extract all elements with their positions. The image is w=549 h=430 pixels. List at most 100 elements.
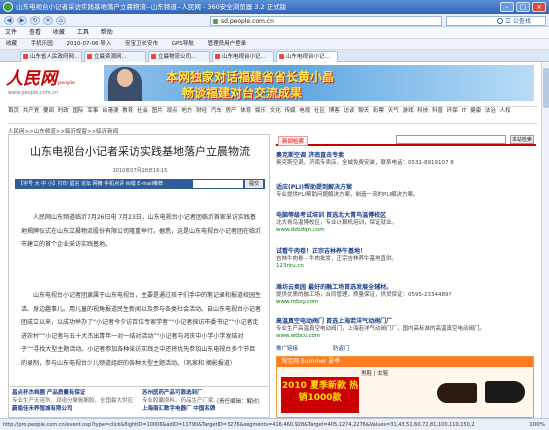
ad-title: 电脑等级考试培训 首选北大青鸟温博校区 xyxy=(276,212,387,219)
window-title: 山东电视台小记者采访实践基地落户立晨物流--山东频道--人民网 - 360安全浏… xyxy=(16,3,287,11)
ad-url: www.dzbdqn.com xyxy=(276,227,325,233)
search-box[interactable]: 立 公查找 xyxy=(446,16,546,26)
tab-favicon-icon xyxy=(215,54,220,59)
news-search-button[interactable]: 本站检索 xyxy=(510,135,534,144)
banner-headline: 本网独家对话福建省省长黄小晶 xyxy=(166,70,335,84)
tab-label: 山东电视台小记... xyxy=(222,54,266,60)
logo-sub: people xyxy=(58,80,75,86)
text-ad[interactable]: 电脑等级考试培训 首选北大青鸟温博校区 北大青鸟温博校区，专业计算机培训，保证就业… xyxy=(276,212,536,234)
article-toolbar: 【字号 大 中 小】打印 留言 论坛 网摘 手机点评 纠错 E-mail推荐 提… xyxy=(15,179,265,189)
favorite-link[interactable]: 安宝卫长安市 xyxy=(125,41,158,47)
favorite-link[interactable]: 管理员用户登录 xyxy=(208,41,247,47)
home-icon[interactable]: ⌂ xyxy=(56,16,66,25)
ad-desc: 吉林牛肉卷 - 牛肉批发，正宗吉林养牛基地直供。 xyxy=(276,256,397,262)
bottom-ads: 昌点杯杰档圈 产品质量有保证 专业生产无溶剂、双组分聚氨酯胶，全国最大供应商...… xyxy=(8,386,270,418)
browser-tab[interactable]: 立晨资源网... xyxy=(84,51,146,62)
stop-icon[interactable]: ✕ xyxy=(43,16,53,25)
news-search: 新闻检索 本站检索 xyxy=(276,134,536,146)
submit-button[interactable]: 提交 xyxy=(245,180,263,188)
ad-desc: 奥克斯空调，济南专卖店，全城免费安装，联系电话：0531-8919107 8 xyxy=(276,160,454,166)
banner-subheadline: 畅谈福建对台交流成果 xyxy=(182,86,303,100)
taobao-header: 淘宝网 Summer 夏季 xyxy=(277,357,533,367)
taobao-ad[interactable]: 淘宝网 Summer 夏季 男鞋 | 女鞋 2010 夏季新款 热销1000款 xyxy=(276,356,534,418)
taobao-promo: 2010 夏季新款 热销1000款 xyxy=(281,377,359,413)
text-ad[interactable]: 试看牛肉卷！正宗吉林养牛基地！ 吉林牛肉卷 - 牛肉批发，正宗吉林养牛基地直供。 1… xyxy=(276,248,536,270)
ad-title: 昌点杯杰档圈 产品质量有保证 xyxy=(12,390,86,396)
tab-label: 山东省人民政府网... xyxy=(30,54,80,60)
menu-item-help[interactable]: 帮助 xyxy=(101,29,113,36)
browser-tab[interactable]: 山东省人民政府网... xyxy=(20,51,82,62)
taobao-tabs[interactable]: 男鞋 | 女鞋 xyxy=(361,369,388,377)
tab-label: 立晨资源网... xyxy=(94,54,127,60)
ad-title: 高温真空电动阀门 首选上海若洋气动阀门厂 xyxy=(276,318,393,325)
ad-title: 适应(PLI)帮助提到解决方案 xyxy=(276,184,352,191)
email-input[interactable] xyxy=(193,180,243,188)
article-panel: 山东电视台小记者采访实践基地落户立晨物流 2010年07月26日16:15 【字… xyxy=(8,134,270,418)
ad-desc: 专业提供PLI帮助问题解决方案，制造一流的PLI解决方案。 xyxy=(276,192,419,198)
menu-item-favorites[interactable]: 收藏 xyxy=(53,29,65,36)
favorite-link[interactable]: GPS导航 xyxy=(172,41,194,47)
menu-item-file[interactable]: 文件 xyxy=(5,29,17,36)
status-text: http://pro.people.com.cn/event.nsp?type=… xyxy=(3,422,475,428)
browser-tab-active[interactable]: 山东电视台小记... xyxy=(276,51,338,62)
forward-arrow-icon[interactable]: ▶ xyxy=(17,16,27,25)
menu-item-view[interactable]: 查看 xyxy=(29,29,41,36)
shoe-image xyxy=(485,381,525,403)
tab-label: 山东电视台小记... xyxy=(286,54,330,60)
logo-text: 人民网 xyxy=(6,69,57,89)
search-icon[interactable] xyxy=(497,18,503,24)
article-paragraph: 人民网山东频道临沂7月26日电 7月23日，山东电视台小记者团临沂首家采访实践基… xyxy=(21,214,262,248)
ad-title: 奥克斯空调 济南直击专卖 xyxy=(276,152,345,159)
favorite-link[interactable]: 2010-07-06 导入 xyxy=(67,41,112,47)
text-ad[interactable]: 蔚南佳禾养殖城有限公司 xyxy=(12,405,138,413)
refresh-icon[interactable]: ↻ xyxy=(30,16,40,25)
tab-favicon-icon xyxy=(151,54,156,59)
favorite-link[interactable]: 手机乐园 xyxy=(31,41,53,47)
logo-url: www.people.com.cn xyxy=(8,90,59,96)
site-favicon-icon xyxy=(213,19,218,24)
ad-title: 上海南汇数字电器厂 中国名牌 xyxy=(142,406,216,412)
side-links: 推广链接 防盗门 xyxy=(276,346,536,353)
menu-item-tools[interactable]: 工具 xyxy=(77,29,89,36)
browser-tab[interactable]: 立晨物流公司... xyxy=(148,51,210,62)
zoom-level[interactable]: 100% xyxy=(525,419,545,430)
maximize-button[interactable]: □ xyxy=(516,2,530,12)
ad-url: 123ntu.cn xyxy=(276,263,304,269)
ad-url: www.mbsy.com xyxy=(276,299,319,305)
tab-favicon-icon xyxy=(87,54,92,59)
address-input[interactable]: sd.people.com.cn xyxy=(210,16,442,26)
text-ad[interactable]: 上海南汇数字电器厂 中国名牌 xyxy=(142,405,268,413)
article-date: 2010年07月26日16:15 xyxy=(112,168,168,174)
ad-desc: 专业生产高温真空电动阀门，上海若洋气动阀门厂，国内高标准的高温真空电动阀门。 xyxy=(276,326,486,332)
close-button[interactable]: × xyxy=(532,2,546,12)
tab-favicon-icon xyxy=(23,54,28,59)
text-ad[interactable]: 潍坊云卖园 最好的融工场首选发展全辅材。 提供优质的融工场，合同管理，质量保证，供… xyxy=(276,284,536,306)
text-ad[interactable]: 适应(PLI)帮助提到解决方案 专业提供PLI帮助问题解决方案，制造一流的PLI解… xyxy=(276,184,536,199)
text-ad[interactable]: 奥克斯空调 济南直击专卖 奥克斯空调，济南专卖店，全城免费安装，联系电话：0531… xyxy=(276,152,536,167)
ad-desc: 专业胶囊原料、药品生产厂家... xyxy=(142,398,219,404)
browser-tab[interactable]: 山东电视台小记... xyxy=(212,51,274,62)
address-url: sd.people.com.cn xyxy=(221,18,274,25)
article-tools[interactable]: 【字号 大 中 小】打印 留言 论坛 网摘 手机点评 纠错 E-mail推荐 xyxy=(18,181,163,187)
search-box-label: 立 公查找 xyxy=(505,18,531,25)
top-banner-ad[interactable]: 本网独家对话福建省省长黄小晶 畅谈福建对台交流成果 xyxy=(104,65,534,101)
favorite-link[interactable]: 收藏 xyxy=(6,41,17,47)
text-ad[interactable]: 高温真空电动阀门 首选上海若洋气动阀门厂 专业生产高温真空电动阀门，上海若洋气动阀… xyxy=(276,318,536,340)
channel-nav[interactable]: 首页 共产党 要闻 时政 国际 军事 台港澳 教育 社会 图片 观点 地方 财经… xyxy=(8,106,538,124)
minimize-button[interactable]: – xyxy=(500,2,514,12)
scroll-thumb[interactable] xyxy=(543,68,549,108)
tab-favicon-icon xyxy=(279,54,284,59)
tab-bar: 山东省人民政府网... 立晨资源网... 立晨物流公司... 山东电视台小记..… xyxy=(0,50,549,62)
vertical-scrollbar[interactable] xyxy=(541,62,549,418)
favorites-bar: 收藏 手机乐园 2010-07-06 导入 安宝卫长安市 GPS导航 管理员用户… xyxy=(0,39,549,50)
news-search-input[interactable] xyxy=(396,135,506,144)
ad-title: 蔚南佳禾养殖城有限公司 xyxy=(12,406,73,412)
ad-desc: 提供优质的融工场，合同管理，质量保证，供货保证：0595-2334489? xyxy=(276,292,452,298)
side-link[interactable]: 推广链接 xyxy=(276,346,298,352)
site-logo[interactable]: 人民网people xyxy=(6,66,86,92)
back-arrow-icon[interactable]: ◀ xyxy=(4,16,14,25)
ad-desc: 北大青鸟温博校区，专业计算机培训，保证就业。 xyxy=(276,220,398,226)
side-link[interactable]: 防盗门 xyxy=(333,346,350,352)
tab-label: 立晨物流公司... xyxy=(158,54,197,60)
text-ad[interactable]: 苏州医药产品可靠选到厂 专业胶囊原料、药品生产厂家... xyxy=(142,389,268,405)
